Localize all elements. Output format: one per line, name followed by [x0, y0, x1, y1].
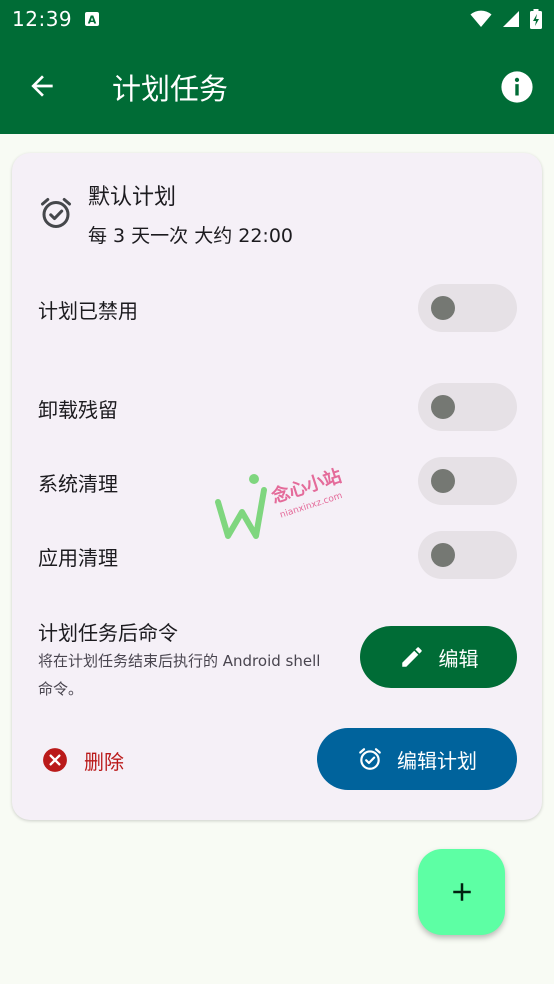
app-bar: 计划任务 [0, 38, 554, 134]
switch-thumb [431, 469, 455, 493]
edit-plan-button[interactable]: 编辑计划 [317, 728, 517, 790]
post-command-title: 计划任务后命令 [38, 621, 178, 645]
battery-charging-icon [530, 9, 542, 29]
info-icon[interactable] [500, 70, 534, 104]
pencil-icon [401, 647, 422, 667]
plus-icon [452, 883, 471, 901]
delete-plan-label: 删除 [84, 749, 124, 774]
plan-frequency: 每 3 天一次 大约 22:00 [88, 225, 294, 247]
back-arrow-icon[interactable] [26, 70, 58, 102]
post-command-description: 将在计划任务结束后执行的 Android shell 命令。 [38, 652, 321, 698]
page-title: 计划任务 [112, 72, 229, 106]
edit-command-label: 编辑 [438, 646, 479, 671]
switch-thumb [431, 296, 455, 320]
edit-command-button[interactable]: 编辑 [360, 626, 517, 688]
alarm-clock-icon [359, 748, 381, 770]
toggle-label-app-clean: 应用清理 [38, 546, 118, 570]
edit-plan-label: 编辑计划 [397, 748, 477, 773]
alarm-clock-icon [41, 198, 71, 228]
toggle-plan-disabled[interactable] [418, 284, 517, 332]
toggle-app-clean[interactable] [418, 531, 517, 579]
svg-text:A: A [88, 14, 97, 27]
switch-thumb [431, 395, 455, 419]
add-plan-fab[interactable] [418, 849, 505, 935]
watermark-logo: 念心小站 nianxinxz.com [215, 465, 344, 539]
plan-name: 默认计划 [88, 185, 177, 210]
toggle-label-uninstall-residue: 卸载残留 [38, 398, 118, 422]
keyboard-a-icon: A [85, 12, 100, 27]
toggle-label-system-clean: 系统清理 [38, 472, 118, 496]
toggle-label-plan-disabled: 计划已禁用 [38, 299, 138, 323]
toggle-uninstall-residue[interactable] [418, 383, 517, 431]
status-time: 12:39 [12, 7, 73, 31]
status-bar: 12:39 A [0, 0, 554, 38]
delete-circle-icon [43, 748, 67, 772]
wifi-icon [470, 10, 492, 27]
toggle-system-clean[interactable] [418, 457, 517, 505]
signal-icon [503, 11, 519, 27]
switch-thumb [431, 543, 455, 567]
delete-plan-button[interactable]: 删除 [42, 735, 162, 785]
